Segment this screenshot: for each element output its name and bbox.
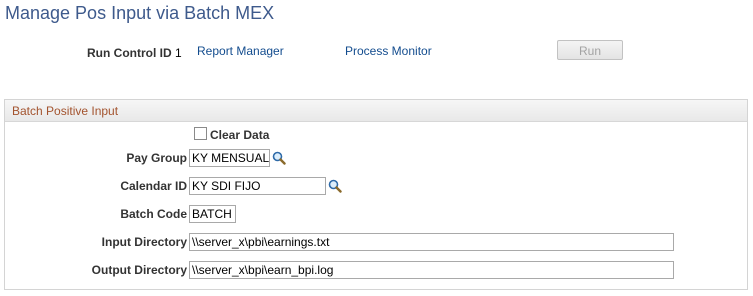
- report-manager-link[interactable]: Report Manager: [197, 44, 284, 58]
- process-monitor-link[interactable]: Process Monitor: [345, 44, 432, 58]
- output-directory-input[interactable]: \\server_x\bpi\earn_bpi.log: [189, 261, 674, 279]
- batch-code-input[interactable]: BATCH: [189, 205, 236, 223]
- clear-data-label: Clear Data: [210, 128, 270, 142]
- run-control-id-label: Run Control ID: [87, 46, 172, 60]
- input-directory-input[interactable]: \\server_x\pbi\earnings.txt: [189, 233, 674, 251]
- calendar-id-input[interactable]: KY SDI FIJO: [189, 177, 326, 195]
- magnifier-icon[interactable]: [272, 151, 286, 165]
- pay-group-input[interactable]: KY MENSUAL: [189, 149, 270, 167]
- run-control-id-value: 1: [175, 46, 182, 60]
- input-directory-label: Input Directory: [101, 235, 187, 249]
- magnifier-icon[interactable]: [328, 179, 342, 193]
- clear-data-checkbox[interactable]: [194, 127, 207, 140]
- group-header: Batch Positive Input: [5, 100, 747, 122]
- calendar-id-label: Calendar ID: [120, 179, 187, 193]
- output-directory-label: Output Directory: [91, 263, 187, 277]
- batch-code-label: Batch Code: [120, 207, 187, 221]
- run-button[interactable]: Run: [557, 40, 623, 60]
- page-title: Manage Pos Input via Batch MEX: [5, 3, 275, 23]
- group-title: Batch Positive Input: [12, 104, 119, 118]
- pay-group-label: Pay Group: [126, 151, 187, 165]
